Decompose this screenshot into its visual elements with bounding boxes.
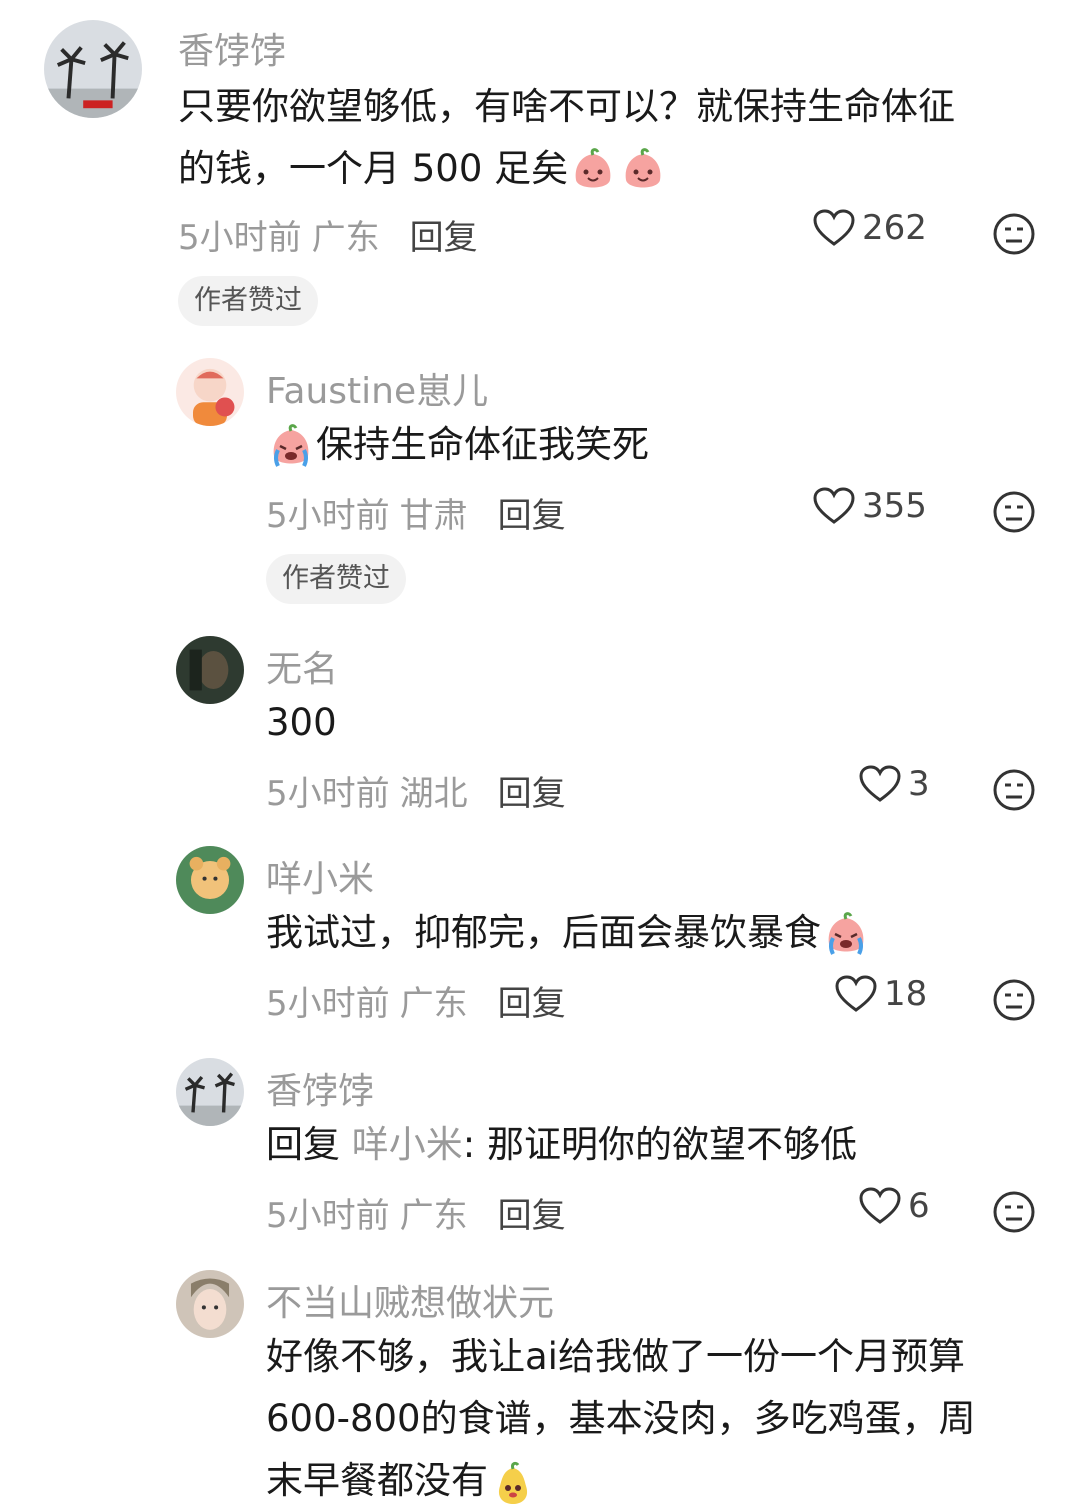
comment-line: 我试过，抑郁完，后面会暴饮暴食 — [266, 902, 871, 964]
comment-meta: 5小时前 广东 回复 — [266, 976, 566, 1025]
peach-cry-emoji — [821, 910, 871, 960]
location: 甘肃 — [399, 496, 468, 536]
location: 广东 — [311, 218, 380, 258]
like-button[interactable]: 355 — [812, 486, 927, 526]
peach-smile-emoji — [618, 146, 668, 196]
like-count: 6 — [908, 1186, 930, 1226]
comment-line: 保持生命体征我笑死 — [266, 414, 649, 476]
like-count: 3 — [908, 764, 930, 804]
comment-text: 我试过，抑郁完，后面会暴饮暴食 — [266, 902, 871, 964]
comment-line: 300 — [266, 701, 337, 744]
heart-outline-icon — [813, 209, 855, 246]
comment-text: 只要你欲望够低，有啥不可以？就保持生命体征 的钱，一个月 500 足矣 — [178, 76, 955, 200]
username[interactable]: 香饽饽 — [178, 22, 286, 74]
like-button[interactable]: 18 — [834, 974, 927, 1014]
reply-button[interactable]: 回复 — [498, 774, 566, 814]
timestamp: 5小时前 — [266, 1196, 390, 1236]
comment-text: 300 — [266, 692, 337, 754]
comment-line: 末早餐都没有 — [266, 1450, 976, 1512]
comment-meta: 5小时前 甘肃 回复 — [266, 488, 566, 537]
username[interactable]: 咩小米 — [266, 850, 374, 902]
peach-cry-emoji — [266, 422, 316, 472]
reply-target-username[interactable]: 咩小米 — [352, 1123, 463, 1166]
heart-outline-icon — [859, 765, 901, 802]
author-liked-badge: 作者赞过 — [266, 554, 406, 604]
author-liked-badge: 作者赞过 — [178, 276, 318, 326]
like-count: 262 — [862, 208, 927, 248]
comment-text: 好像不够，我让ai给我做了一份一个月预算 600-800的食谱，基本没肉，多吃鸡… — [266, 1326, 976, 1512]
heart-outline-icon — [859, 1187, 901, 1224]
comment-line: 回复 咩小米: 那证明你的欲望不够低 — [266, 1123, 857, 1166]
comment-meta: 5小时前 湖北 回复 — [266, 766, 566, 815]
dislike-face-icon[interactable] — [992, 1190, 1036, 1234]
dislike-face-icon[interactable] — [992, 212, 1036, 256]
comment-line: 只要你欲望够低，有啥不可以？就保持生命体征 — [178, 85, 955, 128]
comment-text: 回复 咩小米: 那证明你的欲望不够低 — [266, 1114, 857, 1176]
dislike-face-icon[interactable] — [992, 490, 1036, 534]
avatar[interactable] — [176, 1270, 244, 1338]
location: 广东 — [399, 984, 468, 1024]
like-button[interactable]: 6 — [858, 1186, 930, 1226]
like-count: 18 — [884, 974, 928, 1014]
timestamp: 5小时前 — [266, 496, 390, 536]
pear-face-emoji — [488, 1458, 538, 1508]
username[interactable]: Faustine崽儿 — [266, 362, 488, 414]
location: 广东 — [399, 1196, 468, 1236]
avatar[interactable] — [176, 846, 244, 914]
reply-button[interactable]: 回复 — [498, 1196, 566, 1236]
avatar[interactable] — [176, 358, 244, 426]
comment-meta: 5小时前 广东 回复 — [178, 210, 478, 259]
username[interactable]: 无名 — [266, 640, 338, 692]
location: 湖北 — [399, 774, 468, 814]
reply-button[interactable]: 回复 — [498, 496, 566, 536]
like-button[interactable]: 3 — [858, 764, 930, 804]
avatar[interactable] — [176, 636, 244, 704]
avatar[interactable] — [44, 20, 142, 118]
like-count: 355 — [862, 486, 927, 526]
timestamp: 5小时前 — [178, 218, 302, 258]
heart-outline-icon — [835, 975, 877, 1012]
timestamp: 5小时前 — [266, 774, 390, 814]
reply-prefix: 回复 — [266, 1123, 340, 1166]
username[interactable]: 香饽饽 — [266, 1062, 374, 1114]
username[interactable]: 不当山贼想做状元 — [266, 1274, 554, 1326]
reply-button[interactable]: 回复 — [498, 984, 566, 1024]
comment-line: 600-800的食谱，基本没肉，多吃鸡蛋，周 — [266, 1397, 976, 1440]
avatar[interactable] — [176, 1058, 244, 1126]
dislike-face-icon[interactable] — [992, 768, 1036, 812]
comment-line: 的钱，一个月 500 足矣 — [178, 138, 955, 200]
heart-outline-icon — [813, 487, 855, 524]
timestamp: 5小时前 — [266, 984, 390, 1024]
peach-smile-emoji — [568, 146, 618, 196]
comment-meta: 5小时前 广东 回复 — [266, 1188, 566, 1237]
comment-text: 保持生命体征我笑死 — [266, 414, 649, 476]
like-button[interactable]: 262 — [812, 208, 927, 248]
reply-button[interactable]: 回复 — [410, 218, 478, 258]
comment-line: 好像不够，我让ai给我做了一份一个月预算 — [266, 1335, 965, 1378]
dislike-face-icon[interactable] — [992, 978, 1036, 1022]
